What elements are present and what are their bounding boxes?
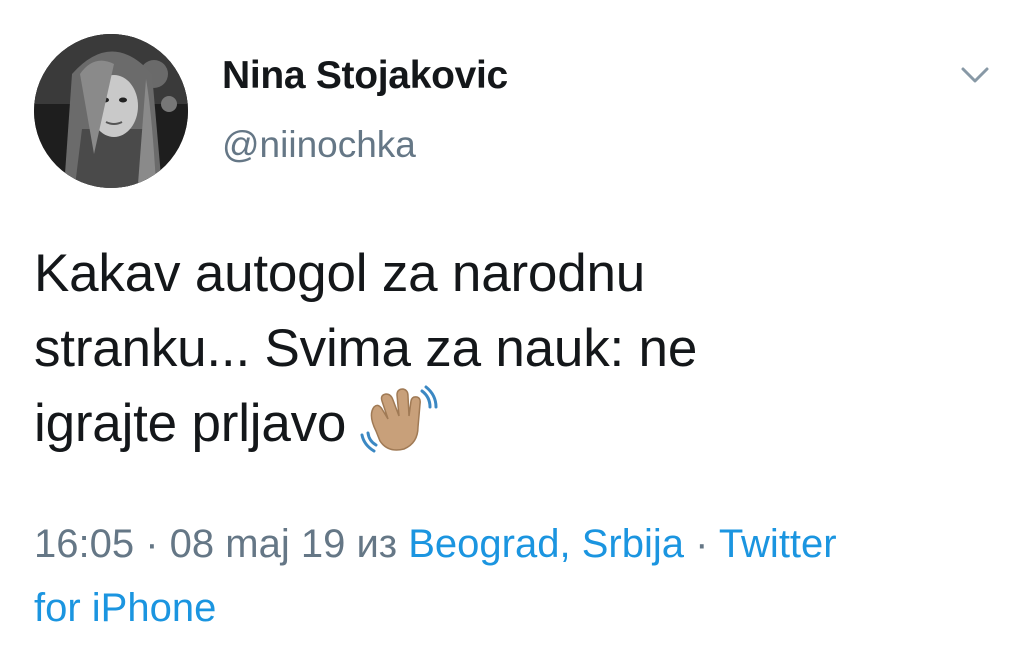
waving-hand-icon (358, 385, 438, 457)
tweet-text-line-last: igrajte prljavo (34, 385, 994, 463)
tweet-date[interactable]: 08 maj 19 (170, 522, 346, 566)
source-link[interactable]: Twitter (719, 522, 837, 566)
username-handle[interactable]: @niinochka (222, 124, 416, 166)
display-name[interactable]: Nina Stojakovic (222, 54, 508, 98)
tweet-text-line: stranku... Svima za nauk: ne (34, 319, 698, 378)
chevron-down-icon[interactable] (958, 60, 992, 90)
metadata-line: 16:05 · 08 maj 19 из Beograd, Srbija · T… (34, 512, 994, 576)
separator: · (683, 522, 719, 566)
metadata-line: for iPhone (34, 576, 994, 640)
tweet-time[interactable]: 16:05 (34, 522, 134, 566)
tweet-card: Nina Stojakovic @niinochka Kakav autogol… (0, 0, 1024, 666)
location-link[interactable]: Beograd, Srbija (408, 522, 684, 566)
tweet-text-line: Kakav autogol za narodnu (34, 244, 646, 303)
from-label: из (345, 522, 409, 566)
tweet-text-fragment: igrajte prljavo (34, 394, 347, 453)
avatar-photo (34, 34, 188, 188)
tweet-metadata: 16:05 · 08 maj 19 из Beograd, Srbija · T… (34, 512, 994, 640)
source-link-continued[interactable]: for iPhone (34, 586, 216, 630)
separator: · (134, 522, 170, 566)
tweet-text: Kakav autogol za narodnu stranku... Svim… (34, 236, 994, 463)
avatar[interactable] (34, 34, 188, 188)
